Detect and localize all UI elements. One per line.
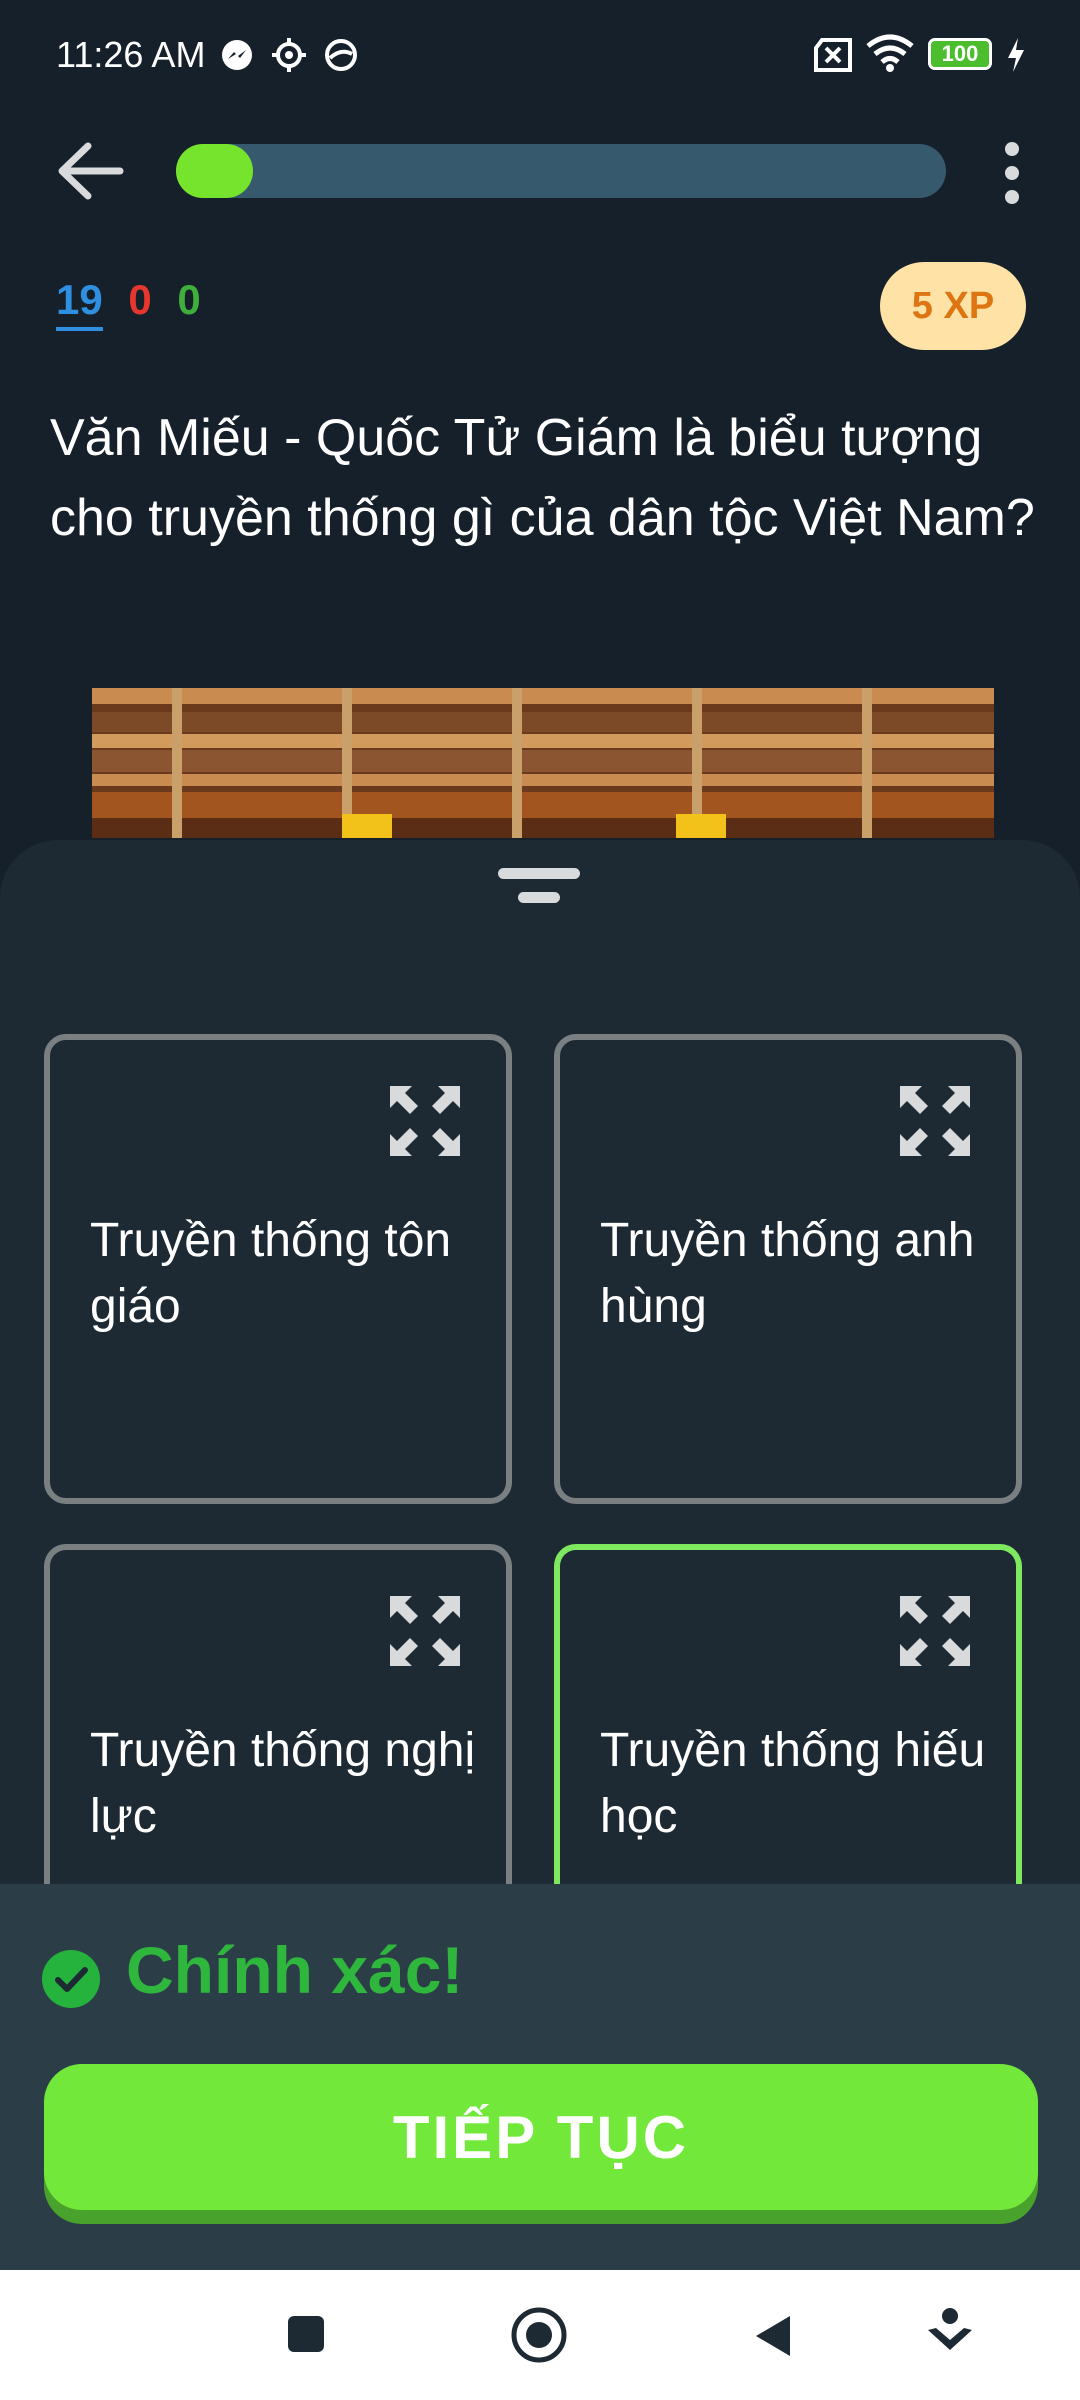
question-image [92,688,994,838]
battery-icon: 100 [928,38,992,70]
stat-blue: 19 [56,276,103,331]
check-circle-icon [42,1950,100,2008]
home-circle-icon[interactable] [510,2306,568,2364]
recent-apps-square-icon[interactable] [286,2314,326,2354]
feedback-message: Chính xác! [126,1933,464,2007]
answer-option-label: Truyền thống nghị lực [90,1724,476,1843]
status-bar: 11:26 AM 100 [0,0,1080,110]
roof-image [92,688,994,838]
system-nav-bar [0,2270,1080,2400]
back-arrow-icon[interactable] [54,138,126,204]
answer-option-label: Truyền thống hiếu học [600,1724,986,1843]
answer-option-label: Truyền thống anh hùng [600,1214,975,1333]
xp-badge: 5 XP [880,262,1026,350]
status-time: 11:26 AM [56,34,206,75]
helmet-icon [325,39,357,71]
expand-icon[interactable] [388,1594,462,1668]
question-text: Văn Miếu - Quốc Tử Giám là biểu tượng ch… [50,409,1035,547]
back-triangle-icon[interactable] [752,2314,792,2358]
messenger-icon [222,40,252,70]
more-vertical-icon[interactable] [996,140,1028,206]
sheet-drag-handle-icon[interactable] [498,866,580,906]
score-stats: 19 0 0 [56,276,201,331]
notification-down-icon[interactable] [926,2306,974,2362]
settings-gear-icon [272,38,306,72]
answer-option[interactable]: Truyền thống anh hùng [554,1034,1022,1504]
stat-green: 0 [177,276,201,323]
stat-red: 0 [128,276,152,323]
expand-icon[interactable] [898,1084,972,1158]
answer-option-label: Truyền thống tôn giáo [90,1214,452,1333]
answer-option[interactable]: Truyền thống nghị lực [44,1544,512,1884]
lesson-progress-bar [176,144,946,198]
answer-option[interactable]: Truyền thống hiếu học [554,1544,1022,1884]
battery-level: 100 [941,41,979,66]
charging-icon [1008,38,1024,72]
answer-option[interactable]: Truyền thống tôn giáo [44,1034,512,1504]
lesson-progress-fill [176,144,253,198]
continue-button[interactable]: TIẾP TỤC [44,2064,1038,2224]
expand-icon[interactable] [898,1594,972,1668]
continue-button-label[interactable]: TIẾP TỤC [44,2064,1038,2210]
expand-icon[interactable] [388,1084,462,1158]
no-sim-icon [814,38,852,72]
wifi-icon [866,34,914,72]
